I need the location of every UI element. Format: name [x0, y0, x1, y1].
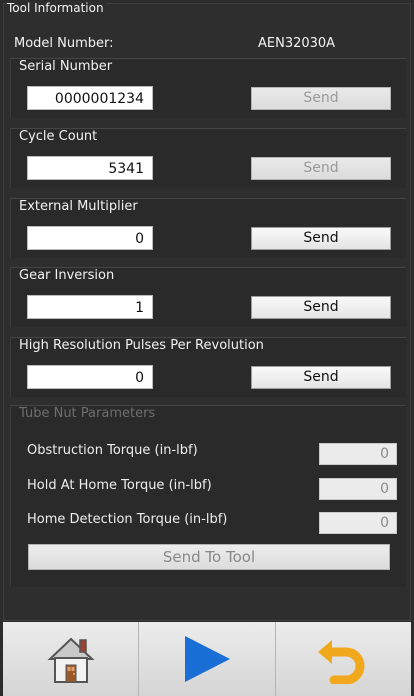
tool-information-legend: Tool Information [7, 1, 107, 15]
home-button[interactable] [3, 622, 140, 696]
cycle-send-button[interactable]: Send [251, 157, 391, 180]
hold-at-home-torque-input[interactable]: 0 [319, 478, 397, 500]
tube-nut-parameters-group: Tube Nut Parameters Obstruction Torque (… [10, 405, 406, 587]
external-multiplier-input[interactable]: 0 [27, 226, 153, 250]
obstruction-torque-input[interactable]: 0 [319, 443, 397, 465]
serial-number-title: Serial Number [19, 59, 117, 75]
cycle-count-title: Cycle Count [19, 129, 102, 145]
pulses-per-revolution-group: High Resolution Pulses Per Revolution 0 … [10, 337, 406, 397]
hold-at-home-torque-label: Hold At Home Torque (in-lbf) [27, 478, 212, 493]
bottom-navigation-bar [3, 622, 411, 696]
external-multiplier-title: External Multiplier [19, 199, 142, 215]
external-multiplier-group: External Multiplier 0 Send [10, 198, 406, 258]
undo-icon [318, 640, 365, 684]
multiplier-send-button[interactable]: Send [251, 227, 391, 250]
home-detection-torque-input[interactable]: 0 [319, 512, 397, 534]
serial-number-group: Serial Number 0000001234 Send [10, 58, 406, 118]
play-button[interactable] [139, 622, 276, 696]
undo-button[interactable] [276, 622, 411, 696]
play-icon [184, 636, 230, 682]
cycle-count-input[interactable]: 5341 [27, 156, 153, 180]
gear-inversion-group: Gear Inversion 1 Send [10, 267, 406, 327]
send-to-tool-button[interactable]: Send To Tool [28, 544, 390, 570]
model-number-label: Model Number: [14, 36, 114, 51]
cycle-count-group: Cycle Count 5341 Send [10, 128, 406, 188]
tube-nut-parameters-title: Tube Nut Parameters [19, 406, 160, 422]
home-detection-torque-label: Home Detection Torque (in-lbf) [27, 512, 228, 527]
pulses-per-revolution-input[interactable]: 0 [27, 365, 153, 389]
gear-inversion-input[interactable]: 1 [27, 295, 153, 319]
pulses-per-revolution-title: High Resolution Pulses Per Revolution [19, 338, 268, 354]
home-icon [47, 637, 95, 683]
gear-inversion-title: Gear Inversion [19, 268, 119, 284]
gear-send-button[interactable]: Send [251, 296, 391, 319]
serial-number-input[interactable]: 0000001234 [27, 86, 153, 110]
pulses-send-button[interactable]: Send [251, 366, 391, 389]
serial-send-button[interactable]: Send [251, 87, 391, 110]
obstruction-torque-label: Obstruction Torque (in-lbf) [27, 443, 198, 458]
model-number-value: AEN32030A [258, 36, 336, 51]
